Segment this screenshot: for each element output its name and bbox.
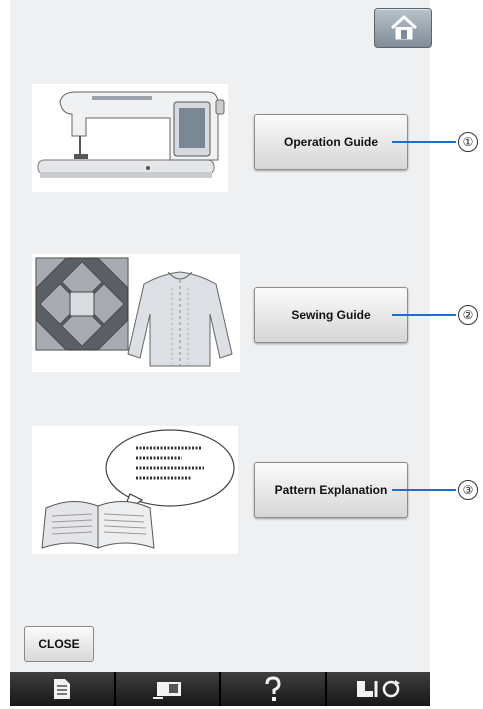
close-button[interactable]: CLOSE	[24, 626, 94, 662]
help-screen: Operation Guide Sewing Guide Pattern Exp…	[10, 0, 432, 672]
home-button[interactable]	[374, 8, 432, 48]
document-icon	[53, 679, 70, 699]
bottom-tab-bar	[10, 672, 430, 706]
tab-document[interactable]	[10, 672, 114, 706]
operation-guide-button[interactable]: Operation Guide	[254, 114, 408, 170]
callout-number: ①	[458, 132, 478, 152]
tab-help[interactable]	[221, 672, 325, 706]
sewing-guide-button[interactable]: Sewing Guide	[254, 287, 408, 343]
home-icon	[390, 15, 418, 40]
callout-number: ③	[458, 480, 478, 500]
tab-machine-settings[interactable]	[115, 672, 219, 706]
presser-foot-rotate-icon	[357, 680, 401, 698]
callout-leader-line	[392, 314, 456, 316]
callout-leader-line	[392, 489, 456, 491]
quilt-and-blouse-illustration	[32, 254, 240, 372]
callout-leader-line	[392, 141, 456, 143]
callout-number: ②	[458, 305, 478, 325]
help-icon	[265, 676, 281, 701]
open-book-speech-bubble-illustration	[32, 426, 238, 554]
tab-presser-foot[interactable]	[326, 672, 430, 706]
pattern-explanation-button[interactable]: Pattern Explanation	[254, 462, 408, 518]
machine-settings-icon	[153, 682, 182, 699]
sewing-machine-illustration	[32, 84, 228, 192]
